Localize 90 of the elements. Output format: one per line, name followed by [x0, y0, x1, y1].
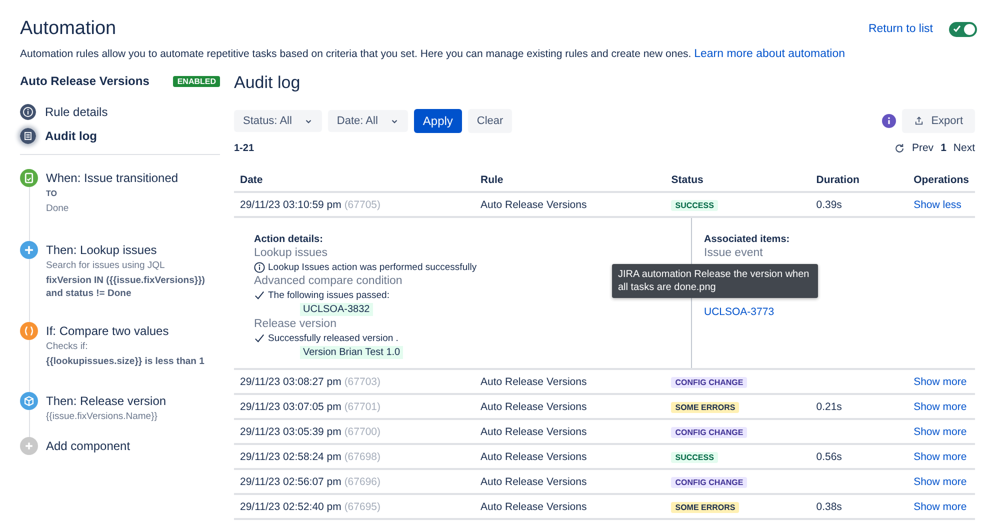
filter-dropdown[interactable]: Status: All — [234, 110, 322, 132]
item-label: Issue event — [704, 247, 763, 260]
status-lozenge: CONFIG CHANGE — [671, 426, 748, 438]
date-cell: 29/11/23 03:08:27 pm (67703) — [240, 376, 381, 388]
status-lozenge: CONFIG CHANGE — [671, 376, 748, 388]
column-header: Status — [665, 169, 810, 192]
details-heading: Associated items: — [704, 234, 790, 245]
tooltip: JIRA automation Release the version when all tasks are done.png — [612, 264, 818, 298]
action-title: Release version — [254, 318, 336, 331]
step-detail: {{lookupissues.size}} is less than 1 — [46, 355, 204, 368]
duration-cell: 0.38s — [816, 500, 842, 512]
check-icon — [953, 24, 961, 32]
rule-cell: Auto Release Versions — [480, 476, 587, 488]
step-detail: Checks if: — [46, 340, 89, 353]
step-detail: Search for issues using JQL — [46, 259, 166, 272]
clear-button[interactable]: Clear — [468, 109, 512, 133]
action-message: The following issues passed: — [268, 290, 390, 301]
status-lozenge: CONFIG CHANGE — [671, 476, 748, 488]
action-message: Successfully released version . — [268, 333, 398, 344]
rule-cell: Auto Release Versions — [480, 198, 587, 210]
rule-cell: Auto Release Versions — [480, 450, 587, 462]
step-detail: {{issue.fixVersions.Name}} — [46, 410, 158, 423]
column-header: Operations — [908, 169, 975, 192]
step-detail: fixVersion IN ({{issue.fixVersions}}) and status != Done — [46, 274, 206, 300]
rule-toggle[interactable] — [949, 22, 977, 36]
next-link[interactable]: Next — [953, 142, 975, 154]
rule-cell: Auto Release Versions — [480, 426, 587, 438]
duration-cell: 0.39s — [816, 198, 842, 210]
date-cell: 29/11/23 03:07:05 pm (67701) — [240, 400, 381, 412]
page-description: Automation rules allow you to automate repetitive tasks based on criteria that you set. Here you can manage existing rules and create new ones. Learn more about automation — [20, 48, 846, 60]
show-more-link[interactable]: Show more — [914, 476, 967, 488]
list-icon — [20, 128, 36, 144]
show-more-link[interactable]: Show more — [914, 400, 967, 412]
date-cell: 29/11/23 02:52:40 pm (67695) — [240, 500, 381, 512]
nav-item[interactable]: Rule details — [20, 104, 108, 120]
page-title: Automation — [20, 18, 116, 40]
highlighted-value: UCLSOA-3832 — [300, 303, 373, 316]
status-lozenge: SOME ERRORS — [671, 502, 740, 512]
step-detail: Done — [46, 202, 70, 215]
filter-dropdown[interactable]: Date: All — [328, 110, 408, 132]
upload-icon — [914, 116, 924, 126]
show-more-link[interactable]: Show more — [914, 500, 967, 512]
rule-name: Auto Release Versions — [20, 74, 150, 88]
info-icon — [20, 104, 36, 120]
step-title[interactable]: Add component — [46, 439, 130, 453]
check-icon — [254, 333, 265, 344]
status-badge: ENABLED — [173, 76, 220, 86]
page-number: 1 — [940, 142, 946, 154]
result-range: 1-21 — [234, 142, 254, 154]
date-cell: 29/11/23 03:05:39 pm (67700) — [240, 426, 381, 438]
duration-cell: 0.21s — [816, 400, 842, 412]
rule-cell: Auto Release Versions — [480, 376, 587, 388]
step-title: Then: Lookup issues — [46, 243, 158, 257]
check-icon — [254, 290, 265, 301]
step-detail: TO — [46, 188, 58, 200]
learn-more-link[interactable]: Learn more about automation — [694, 48, 846, 60]
refresh-icon — [894, 142, 905, 154]
column-header: Duration — [810, 169, 908, 192]
status-lozenge: SUCCESS — [671, 452, 718, 462]
return-link[interactable]: Return to list — [868, 23, 933, 35]
prev-link[interactable]: Prev — [912, 142, 934, 154]
column-header: Date — [234, 169, 474, 192]
status-lozenge: SUCCESS — [671, 200, 718, 210]
column-header: Rule — [474, 169, 666, 192]
duration-cell: 0.56s — [816, 450, 842, 462]
apply-button[interactable]: Apply — [414, 109, 462, 133]
section-title: Audit log — [234, 73, 302, 93]
issue-link[interactable]: UCLSOA-3773 — [704, 306, 774, 318]
step-title: If: Compare two values — [46, 324, 170, 338]
show-less-link[interactable]: Show less — [914, 198, 962, 210]
show-more-link[interactable]: Show more — [914, 376, 967, 388]
info-icon — [882, 114, 896, 128]
action-title: Lookup issues — [254, 247, 328, 260]
step-title: When: Issue transitioned — [46, 171, 178, 185]
rule-cell: Auto Release Versions — [480, 400, 587, 412]
action-title: Advanced compare condition — [254, 275, 402, 288]
export-button[interactable]: Export — [902, 109, 975, 133]
info-icon — [254, 262, 265, 273]
date-cell: 29/11/23 02:58:24 pm (67698) — [240, 450, 381, 462]
status-lozenge: SOME ERRORS — [671, 402, 740, 412]
step-title: Then: Release version — [46, 394, 166, 408]
rule-cell: Auto Release Versions — [480, 500, 587, 512]
action-message: Lookup Issues action was performed successfully — [268, 262, 477, 273]
date-cell: 29/11/23 02:56:07 pm (67696) — [240, 476, 381, 488]
date-cell: 29/11/23 03:10:59 pm (67705) — [240, 198, 381, 210]
show-more-link[interactable]: Show more — [914, 426, 967, 438]
show-more-link[interactable]: Show more — [914, 450, 967, 462]
details-heading: Action details: — [254, 234, 323, 245]
highlighted-value: Version Brian Test 1.0 — [300, 346, 404, 359]
nav-item[interactable]: Audit log — [20, 128, 97, 144]
